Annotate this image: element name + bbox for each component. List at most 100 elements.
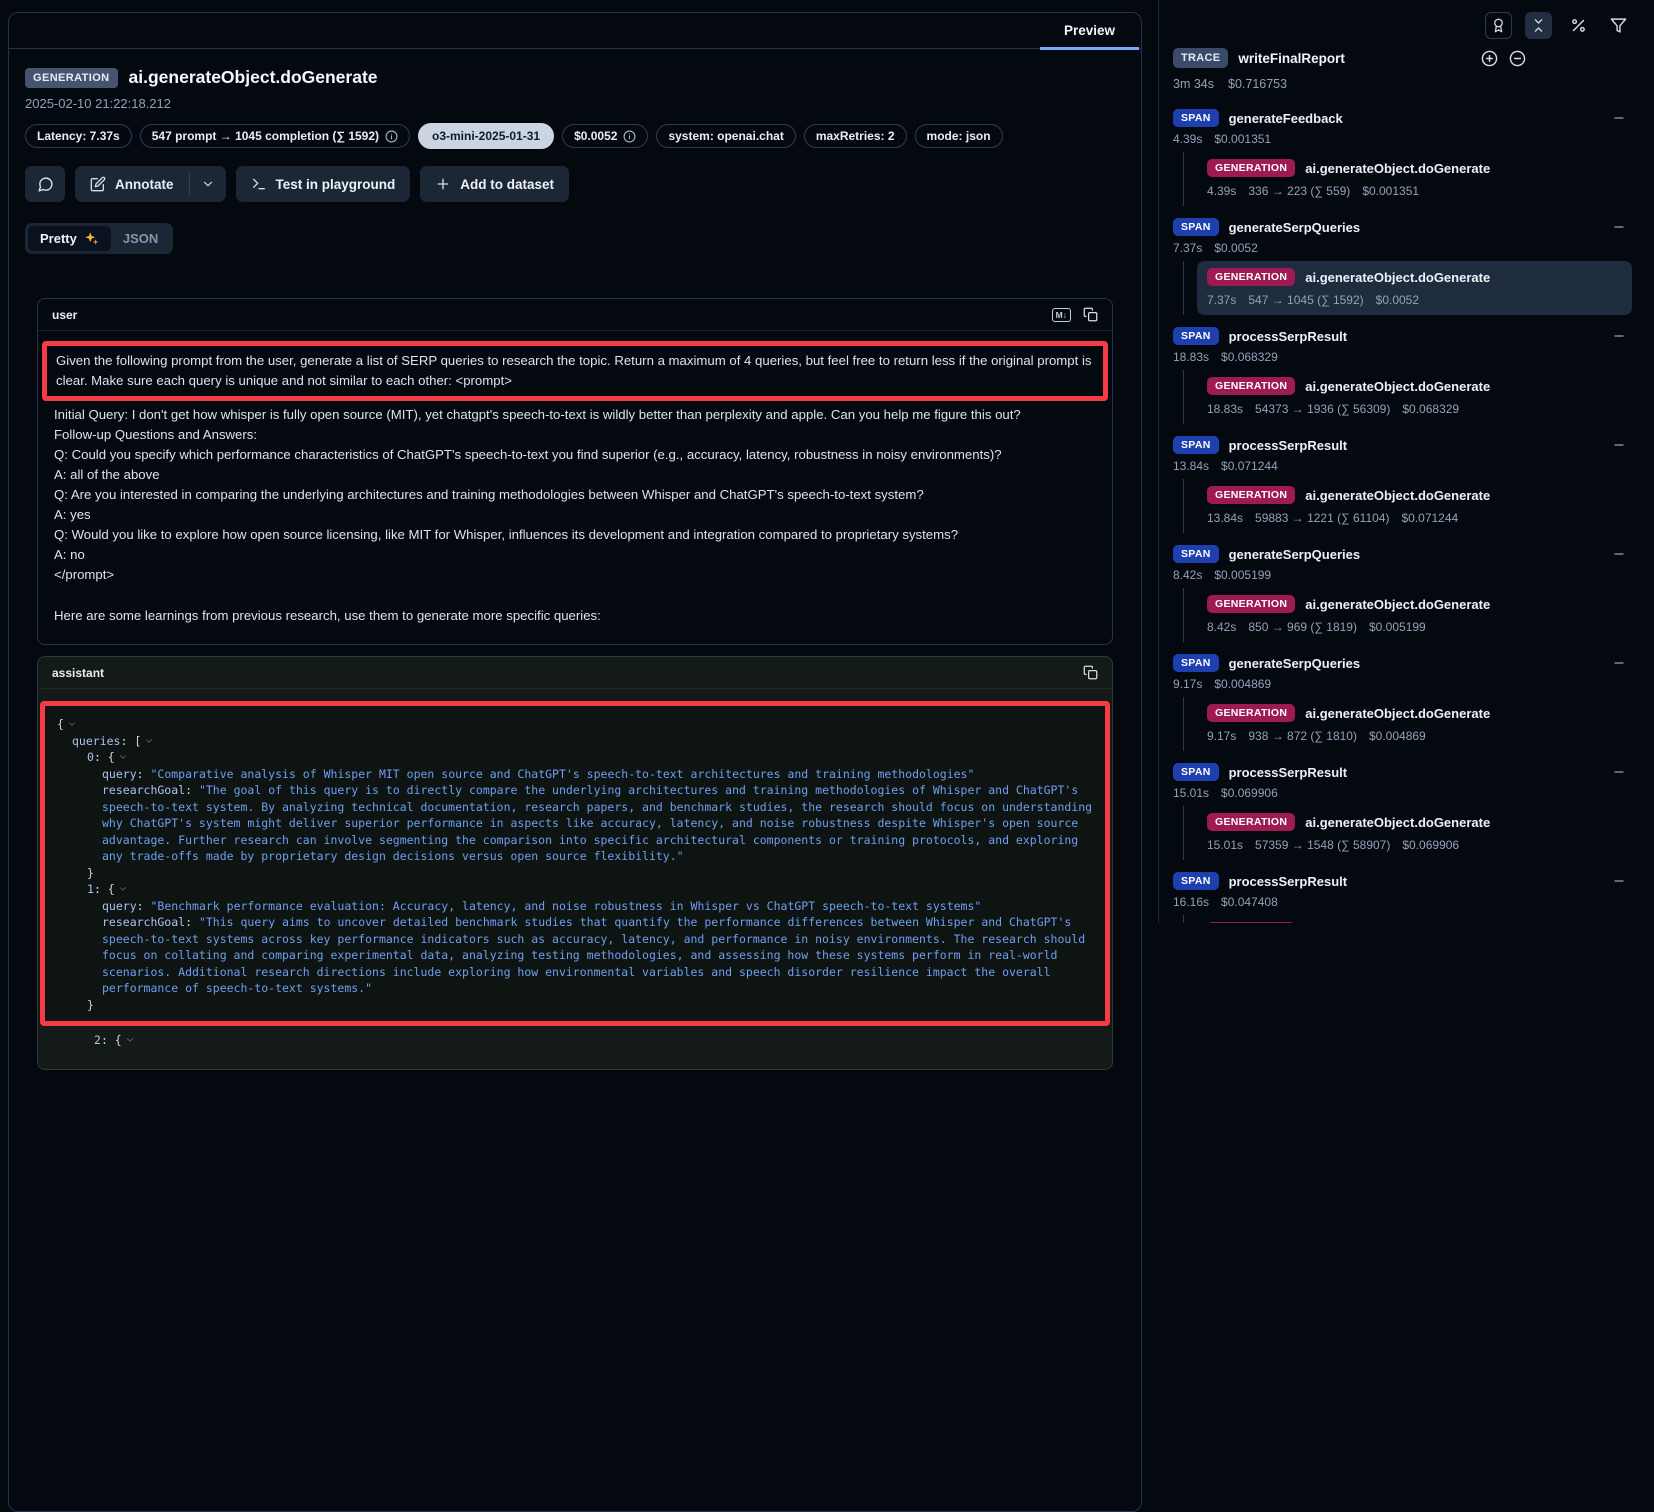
code-punct: } <box>87 998 94 1012</box>
trace-tree-span: SPAN processSerpResult 16.16s $0.047408 … <box>1173 869 1640 923</box>
span-badge: SPAN <box>1173 763 1219 781</box>
span-row[interactable]: SPAN processSerpResult <box>1173 433 1640 457</box>
span-duration: 15.01s <box>1173 786 1209 800</box>
span-children: GENERATION ai.generateObject.doGenerate <box>1183 915 1640 923</box>
metadata-pill[interactable]: Latency: 7.37s <box>25 124 132 148</box>
trace-tree-generation[interactable]: GENERATION ai.generateObject.doGenerate … <box>1197 806 1632 860</box>
trace-tree-generation[interactable]: GENERATION ai.generateObject.doGenerate <box>1197 915 1632 923</box>
user-text-line: Follow-up Questions and Answers: <box>54 425 1096 445</box>
collapse-node-icon[interactable] <box>1612 438 1626 452</box>
collapse-node-icon[interactable] <box>1612 874 1626 888</box>
span-name: generateFeedback <box>1229 111 1602 126</box>
trace-header[interactable]: TRACE writeFinalReport <box>1173 48 1640 68</box>
span-badge: SPAN <box>1173 109 1219 127</box>
span-duration: 8.42s <box>1173 568 1202 582</box>
collapse-chevron-icon[interactable] <box>125 1035 135 1045</box>
metadata-pill[interactable]: system: openai.chat <box>656 124 795 148</box>
trace-tree-generation[interactable]: GENERATION ai.generateObject.doGenerate … <box>1197 370 1632 424</box>
code-key: 0 <box>87 750 94 764</box>
collapse-chevron-icon[interactable] <box>118 752 128 762</box>
sidebar-toolbar <box>1485 12 1632 39</box>
span-row[interactable]: SPAN processSerpResult <box>1173 324 1640 348</box>
comment-button[interactable] <box>25 166 65 202</box>
generation-name: ai.generateObject.doGenerate <box>1305 379 1490 394</box>
filter-button[interactable] <box>1605 12 1632 39</box>
trace-tree-generation[interactable]: GENERATION ai.generateObject.doGenerate … <box>1197 697 1632 751</box>
tab-bar: Preview <box>9 13 1141 49</box>
collapse-chevron-icon[interactable] <box>144 736 154 746</box>
expand-all-icon[interactable] <box>1481 50 1498 67</box>
collapse-node-icon[interactable] <box>1612 111 1626 125</box>
generation-metrics: 9.17s 938 → 872 (∑ 1810) $0.004869 <box>1207 729 1622 743</box>
collapse-node-icon[interactable] <box>1612 547 1626 561</box>
generation-metrics: 7.37s 547 → 1045 (∑ 1592) $0.0052 <box>1207 293 1622 307</box>
trace-tree-generation[interactable]: GENERATION ai.generateObject.doGenerate … <box>1197 152 1632 206</box>
annotate-dropdown-button[interactable] <box>190 166 226 202</box>
trace-tree-span: SPAN generateSerpQueries 9.17s $0.004869… <box>1173 651 1640 751</box>
collapse-node-icon[interactable] <box>1612 656 1626 670</box>
collapse-node-icon[interactable] <box>1612 329 1626 343</box>
span-children: GENERATION ai.generateObject.doGenerate … <box>1183 806 1640 860</box>
code-key: query <box>102 767 137 781</box>
span-duration: 4.39s <box>1173 132 1202 146</box>
info-icon[interactable] <box>623 130 636 143</box>
info-icon[interactable] <box>385 130 398 143</box>
test-in-playground-button[interactable]: Test in playground <box>236 166 411 202</box>
generation-duration: 18.83s <box>1207 402 1243 416</box>
code-punct: : <box>137 767 151 781</box>
generation-duration: 4.39s <box>1207 184 1236 198</box>
span-badge: SPAN <box>1173 327 1219 345</box>
collapse-node-icon[interactable] <box>1612 220 1626 234</box>
generation-duration: 15.01s <box>1207 838 1243 852</box>
copy-icon[interactable] <box>1083 665 1098 680</box>
span-children: GENERATION ai.generateObject.doGenerate … <box>1183 697 1640 751</box>
add-to-dataset-button[interactable]: Add to dataset <box>420 166 569 202</box>
collapse-chevron-icon[interactable] <box>118 884 128 894</box>
metadata-pill[interactable]: maxRetries: 2 <box>804 124 907 148</box>
toggle-json[interactable]: JSON <box>111 226 170 251</box>
collapse-chevron-icon[interactable] <box>67 719 77 729</box>
trace-metrics: 3m 34s $0.716753 <box>1173 77 1640 91</box>
span-name: processSerpResult <box>1229 874 1602 889</box>
span-name: generateSerpQueries <box>1229 547 1602 562</box>
span-cost: $0.069906 <box>1221 786 1278 800</box>
span-row[interactable]: SPAN generateSerpQueries <box>1173 651 1640 675</box>
code-key: researchGoal <box>102 783 185 797</box>
code-punct: : { <box>101 1033 122 1047</box>
span-row[interactable]: SPAN generateSerpQueries <box>1173 542 1640 566</box>
code-string: "The goal of this query is to directly c… <box>102 783 1099 863</box>
span-row[interactable]: SPAN generateFeedback <box>1173 106 1640 130</box>
copy-icon[interactable] <box>1083 307 1098 322</box>
annotate-split-button: Annotate <box>75 166 226 202</box>
generation-name: ai.generateObject.doGenerate <box>1305 706 1490 721</box>
span-row[interactable]: SPAN processSerpResult <box>1173 869 1640 893</box>
metadata-pill[interactable]: mode: json <box>915 124 1003 148</box>
trace-cost: $0.716753 <box>1228 77 1287 91</box>
pill-label: o3-mini-2025-01-31 <box>432 129 540 143</box>
metadata-pill[interactable]: 547 prompt → 1045 completion (∑ 1592) <box>140 124 410 148</box>
collapse-node-icon[interactable] <box>1612 765 1626 779</box>
span-children: GENERATION ai.generateObject.doGenerate … <box>1183 588 1640 642</box>
trace-tree-generation[interactable]: GENERATION ai.generateObject.doGenerate … <box>1197 261 1632 315</box>
span-row[interactable]: SPAN generateSerpQueries <box>1173 215 1640 239</box>
generation-metrics: 18.83s 54373 → 1936 (∑ 56309) $0.068329 <box>1207 402 1622 416</box>
span-row[interactable]: SPAN processSerpResult <box>1173 760 1640 784</box>
span-badge: SPAN <box>1173 436 1219 454</box>
scores-button[interactable] <box>1485 12 1512 39</box>
trace-tree-generation[interactable]: GENERATION ai.generateObject.doGenerate … <box>1197 479 1632 533</box>
metadata-pill[interactable]: o3-mini-2025-01-31 <box>418 123 554 149</box>
span-children: GENERATION ai.generateObject.doGenerate … <box>1183 370 1640 424</box>
collapse-all-button[interactable] <box>1525 12 1552 39</box>
collapse-all-circle-icon[interactable] <box>1509 50 1526 67</box>
trace-tree-generation[interactable]: GENERATION ai.generateObject.doGenerate … <box>1197 588 1632 642</box>
generation-badge: GENERATION <box>1207 486 1295 504</box>
generation-cost: $0.005199 <box>1369 620 1426 634</box>
metrics-toggle-button[interactable] <box>1565 12 1592 39</box>
markdown-toggle-icon[interactable]: M↓ <box>1052 308 1071 322</box>
annotate-button[interactable]: Annotate <box>75 166 189 202</box>
tab-preview[interactable]: Preview <box>1040 13 1139 50</box>
code-key: researchGoal <box>102 915 185 929</box>
toggle-pretty[interactable]: Pretty <box>28 226 111 251</box>
generation-tokens: 57359 → 1548 (∑ 58907) <box>1255 838 1390 852</box>
metadata-pill[interactable]: $0.0052 <box>562 124 648 148</box>
